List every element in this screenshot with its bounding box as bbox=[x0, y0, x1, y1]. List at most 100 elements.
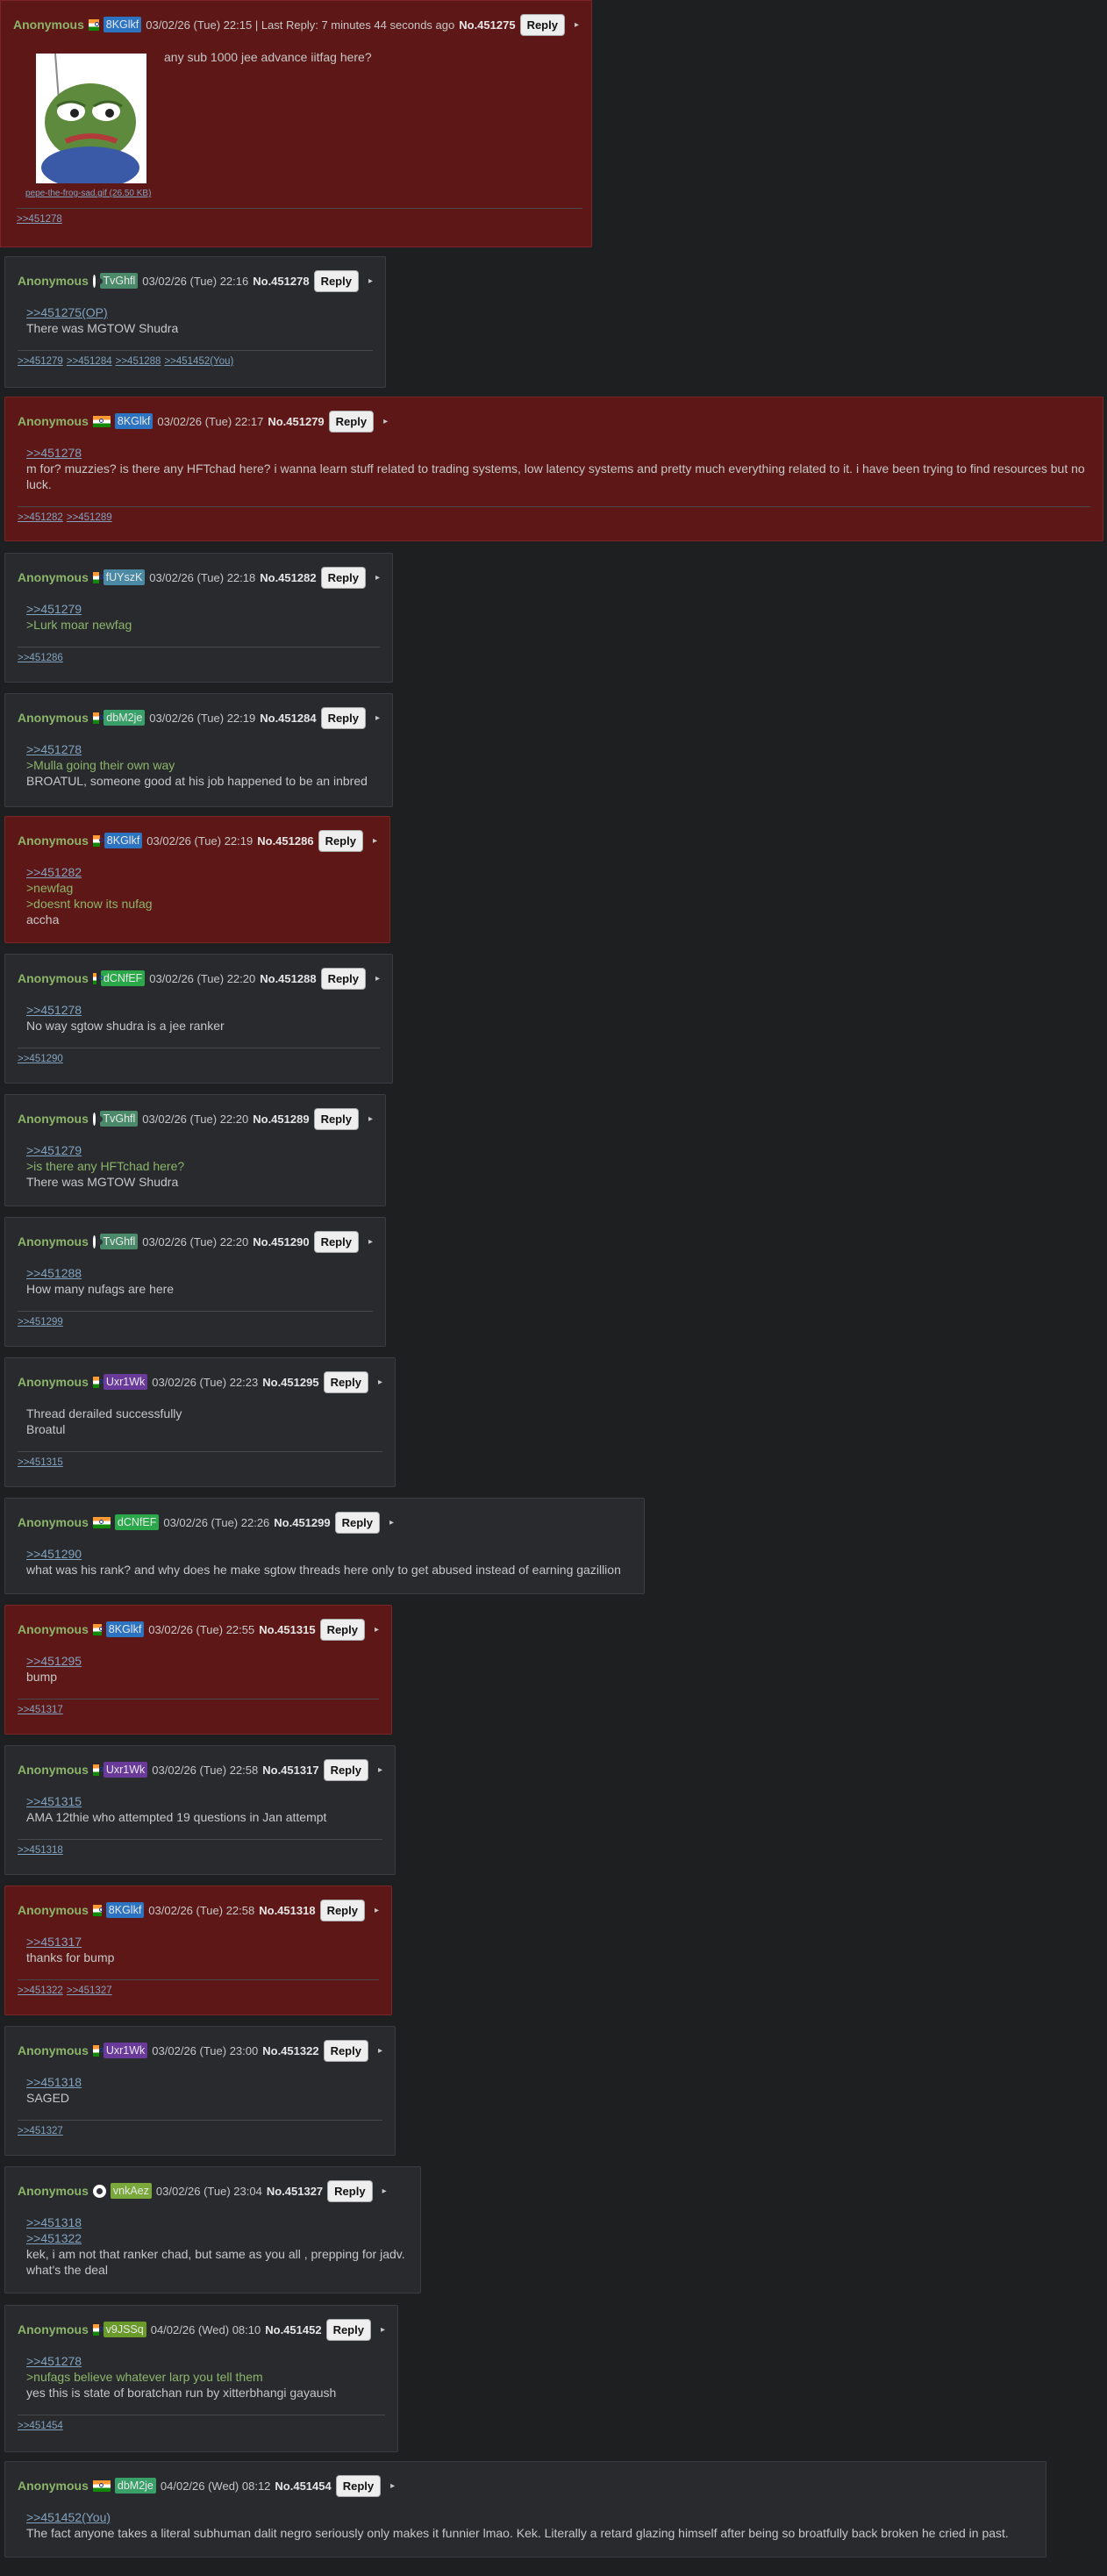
quote-link[interactable]: >>451278 bbox=[26, 741, 82, 757]
poster-id[interactable]: TvGhfl bbox=[100, 1111, 139, 1127]
quote-link[interactable]: >>451318 bbox=[26, 2215, 82, 2230]
poster-id[interactable]: TvGhfl bbox=[100, 1234, 139, 1249]
backlink[interactable]: >>451317 bbox=[18, 1705, 63, 1715]
post-menu-arrow-icon[interactable]: ▸ bbox=[375, 1906, 379, 1915]
quote-link[interactable]: >>451290 bbox=[26, 1546, 82, 1562]
post-number[interactable]: No.451278 bbox=[253, 275, 309, 288]
post-number[interactable]: No.451282 bbox=[260, 571, 316, 584]
post-menu-arrow-icon[interactable]: ▸ bbox=[368, 276, 373, 286]
quote-link[interactable]: >>451322 bbox=[26, 2230, 82, 2246]
post-menu-arrow-icon[interactable]: ▸ bbox=[368, 1114, 373, 1124]
reply-button[interactable]: Reply bbox=[320, 566, 366, 589]
post-menu-arrow-icon[interactable]: ▸ bbox=[378, 1765, 382, 1775]
backlink[interactable]: >>451454 bbox=[18, 2421, 63, 2431]
backlink[interactable]: >>451284 bbox=[67, 356, 112, 367]
poster-id[interactable]: dbM2je bbox=[104, 710, 146, 726]
post-number[interactable]: No.451318 bbox=[259, 1904, 315, 1917]
post-menu-arrow-icon[interactable]: ▸ bbox=[381, 2325, 385, 2335]
post-number[interactable]: No.451315 bbox=[259, 1623, 315, 1636]
quote-link[interactable]: >>451275(OP) bbox=[26, 304, 108, 320]
quote-link[interactable]: >>451317 bbox=[26, 1934, 82, 1950]
poster-id[interactable]: Uxr1Wk bbox=[103, 1374, 148, 1390]
backlink[interactable]: >>451288 bbox=[116, 356, 161, 367]
post-menu-arrow-icon[interactable]: ▸ bbox=[390, 2481, 395, 2491]
post-number[interactable]: No.451322 bbox=[262, 2044, 318, 2057]
post-menu-arrow-icon[interactable]: ▸ bbox=[368, 1237, 373, 1247]
reply-button[interactable]: Reply bbox=[334, 1511, 381, 1534]
reply-button[interactable]: Reply bbox=[519, 13, 565, 36]
post-menu-arrow-icon[interactable]: ▸ bbox=[378, 1377, 382, 1387]
reply-button[interactable]: Reply bbox=[323, 2039, 368, 2062]
reply-button[interactable]: Reply bbox=[327, 2179, 373, 2202]
poster-id[interactable]: 8KGlkf bbox=[104, 833, 143, 848]
reply-button[interactable]: Reply bbox=[313, 269, 359, 292]
poster-id[interactable]: Uxr1Wk bbox=[103, 2043, 148, 2058]
post-number[interactable]: No.451327 bbox=[267, 2185, 323, 2198]
post-number[interactable]: No.451290 bbox=[253, 1235, 309, 1249]
quote-link[interactable]: >>451452(You) bbox=[26, 2509, 111, 2525]
quote-link[interactable]: >>451282 bbox=[26, 864, 82, 880]
post-number[interactable]: No.451286 bbox=[257, 834, 313, 848]
post-menu-arrow-icon[interactable]: ▸ bbox=[373, 836, 377, 846]
quote-link[interactable]: >>451278 bbox=[26, 2353, 82, 2369]
quote-link[interactable]: >>451278 bbox=[26, 445, 82, 461]
post-number[interactable]: No.451317 bbox=[262, 1764, 318, 1777]
post-menu-arrow-icon[interactable]: ▸ bbox=[383, 417, 388, 426]
reply-button[interactable]: Reply bbox=[313, 1107, 359, 1130]
post-menu-arrow-icon[interactable]: ▸ bbox=[378, 2046, 382, 2056]
post-menu-arrow-icon[interactable]: ▸ bbox=[389, 1518, 394, 1528]
quote-link[interactable]: >>451279 bbox=[26, 1142, 82, 1158]
post-number[interactable]: No.451289 bbox=[253, 1113, 309, 1126]
quote-link[interactable]: >>451279 bbox=[26, 601, 82, 617]
quote-link[interactable]: >>451315 bbox=[26, 1793, 82, 1809]
backlink[interactable]: >>451278 bbox=[17, 214, 62, 225]
backlink[interactable]: >>451282 bbox=[18, 512, 63, 523]
post-number[interactable]: No.451299 bbox=[274, 1516, 330, 1529]
op-thumbnail[interactable] bbox=[36, 54, 146, 183]
poster-id[interactable]: 8KGlkf bbox=[103, 17, 142, 32]
post-number[interactable]: No.451279 bbox=[268, 415, 324, 428]
poster-id[interactable]: dCNfEF bbox=[100, 970, 146, 986]
poster-id[interactable]: 8KGlkf bbox=[114, 413, 154, 429]
poster-id[interactable]: v9JSSq bbox=[103, 2322, 146, 2337]
backlink[interactable]: >>451322 bbox=[18, 1986, 63, 1996]
post-menu-arrow-icon[interactable]: ▸ bbox=[375, 573, 380, 583]
reply-button[interactable]: Reply bbox=[318, 829, 363, 852]
post-menu-arrow-icon[interactable]: ▸ bbox=[375, 1625, 379, 1635]
backlink[interactable]: >>451279 bbox=[18, 356, 63, 367]
reply-button[interactable]: Reply bbox=[320, 706, 366, 729]
backlink[interactable]: >>451315 bbox=[18, 1457, 63, 1468]
post-number[interactable]: No.451452 bbox=[265, 2323, 321, 2336]
reply-button[interactable]: Reply bbox=[319, 1618, 365, 1641]
poster-id[interactable]: fUYszK bbox=[103, 569, 146, 585]
reply-button[interactable]: Reply bbox=[325, 2318, 371, 2341]
poster-id[interactable]: dbM2je bbox=[114, 2478, 156, 2494]
backlink[interactable]: >>451290 bbox=[18, 1054, 63, 1064]
backlink[interactable]: >>451286 bbox=[18, 653, 63, 663]
post-menu-arrow-icon[interactable]: ▸ bbox=[375, 713, 380, 723]
post-number[interactable]: No.451288 bbox=[260, 972, 316, 985]
reply-button[interactable]: Reply bbox=[320, 967, 366, 990]
quote-link[interactable]: >>451295 bbox=[26, 1653, 82, 1669]
post-number[interactable]: No.451295 bbox=[262, 1376, 318, 1389]
reply-button[interactable]: Reply bbox=[323, 1758, 368, 1781]
quote-link[interactable]: >>451318 bbox=[26, 2074, 82, 2090]
post-number[interactable]: No.451275 bbox=[459, 18, 515, 32]
backlink[interactable]: >>451327 bbox=[67, 1986, 112, 1996]
reply-button[interactable]: Reply bbox=[319, 1899, 365, 1921]
poster-id[interactable]: dCNfEF bbox=[114, 1514, 160, 1530]
quote-link[interactable]: >>451278 bbox=[26, 1002, 82, 1018]
post-menu-arrow-icon[interactable]: ▸ bbox=[382, 2186, 387, 2196]
poster-id[interactable]: 8KGlkf bbox=[105, 1621, 145, 1637]
poster-id[interactable]: vnkAez bbox=[110, 2183, 152, 2199]
quote-link[interactable]: >>451288 bbox=[26, 1265, 82, 1281]
reply-button[interactable]: Reply bbox=[323, 1370, 368, 1393]
reply-button[interactable]: Reply bbox=[335, 2474, 382, 2497]
post-number[interactable]: No.451284 bbox=[260, 712, 316, 725]
post-menu-arrow-icon[interactable]: ▸ bbox=[375, 974, 380, 984]
backlink[interactable]: >>451318 bbox=[18, 1845, 63, 1856]
backlink[interactable]: >>451327 bbox=[18, 2126, 63, 2136]
poster-id[interactable]: 8KGlkf bbox=[105, 1902, 145, 1918]
post-number[interactable]: No.451454 bbox=[275, 2479, 331, 2493]
reply-button[interactable]: Reply bbox=[313, 1230, 359, 1253]
